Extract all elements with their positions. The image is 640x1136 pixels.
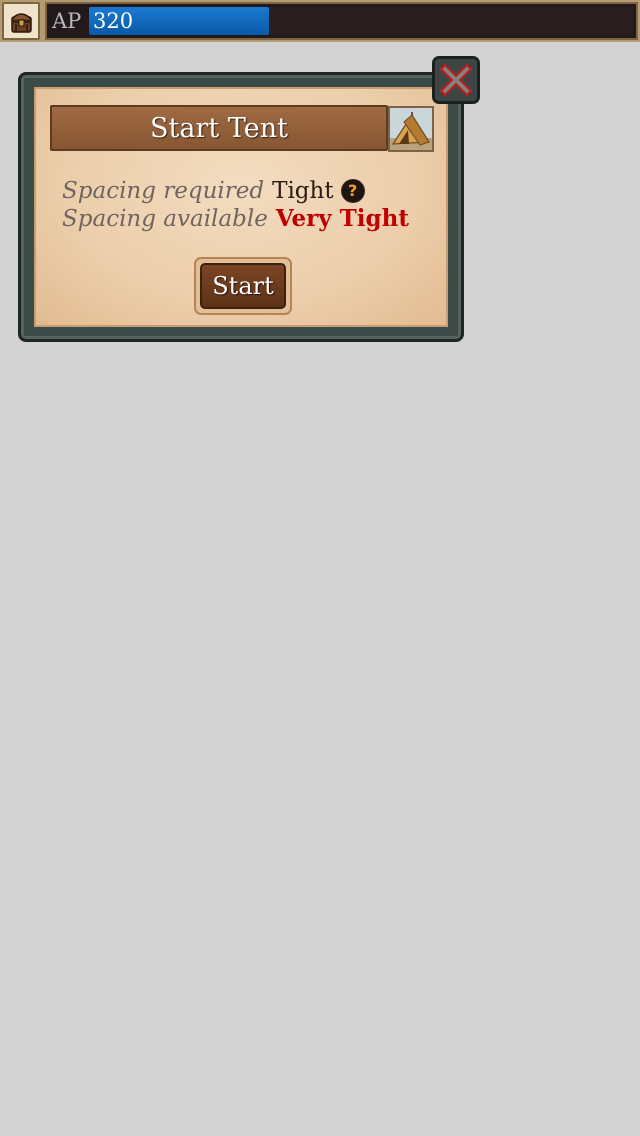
dialog-title-bar: Start Tent: [50, 105, 388, 151]
close-icon: [440, 64, 472, 96]
ap-label: AP: [52, 9, 82, 33]
spacing-available-row: Spacing available Very Tight: [62, 205, 409, 233]
tent-icon: [390, 108, 432, 150]
dialog-title: Start Tent: [150, 112, 288, 144]
start-button-frame: Start: [194, 257, 292, 315]
ap-value: 320: [93, 9, 134, 33]
spacing-available-label: Spacing available: [62, 206, 268, 232]
dialog-panel: Start Tent Spacing required Tight ? Spac…: [34, 87, 448, 327]
ap-track: 320: [89, 7, 633, 35]
start-button[interactable]: Start: [200, 263, 286, 309]
spacing-required-label: Spacing required: [62, 178, 265, 204]
ap-bar: AP 320: [45, 2, 638, 40]
close-button[interactable]: [432, 56, 480, 104]
question-icon[interactable]: ?: [340, 179, 365, 203]
spacing-required-value: Tight: [272, 178, 334, 204]
tent-thumbnail: [388, 106, 434, 152]
spacing-info: Spacing required Tight ? Spacing availab…: [62, 177, 409, 233]
chest-icon: [11, 13, 32, 33]
inventory-button[interactable]: [2, 2, 40, 40]
top-bar: AP 320: [0, 0, 640, 42]
start-tent-dialog: Start Tent Spacing required Tight ? Spac…: [18, 72, 464, 342]
spacing-required-row: Spacing required Tight ?: [62, 177, 409, 205]
spacing-available-value: Very Tight: [275, 205, 409, 232]
